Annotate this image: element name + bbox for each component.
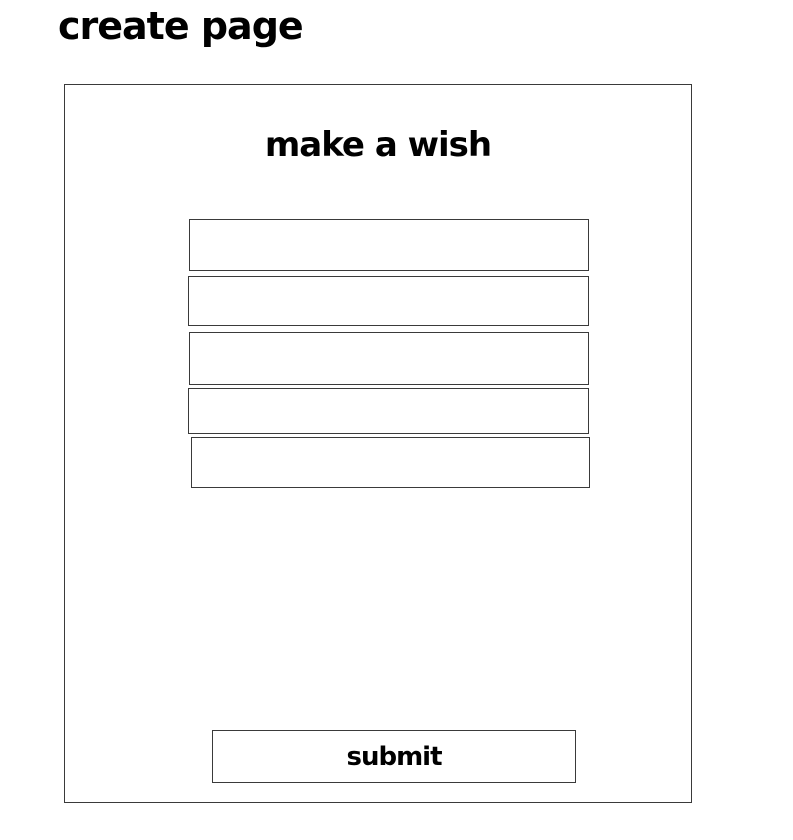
wish-field-1[interactable] [189, 219, 589, 271]
form-title: make a wish [264, 125, 492, 165]
wish-field-3[interactable] [189, 332, 589, 385]
submit-button[interactable]: submit [212, 730, 576, 783]
wish-field-2[interactable] [188, 276, 589, 326]
wish-field-4[interactable] [188, 388, 589, 434]
wish-field-5[interactable] [191, 437, 590, 488]
page-title: create page [58, 4, 304, 48]
wish-form-panel: make a wish submit [64, 84, 692, 803]
